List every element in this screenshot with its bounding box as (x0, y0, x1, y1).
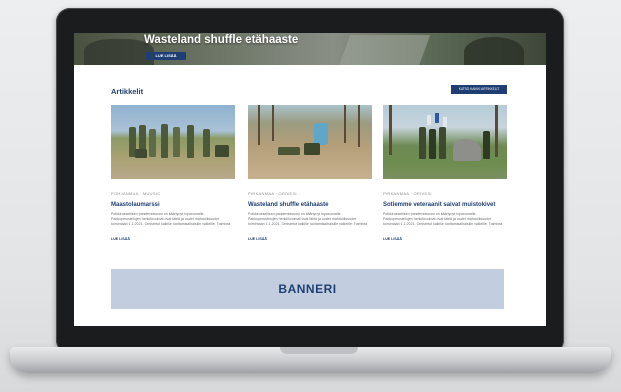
all-articles-button[interactable]: KATSO KAIKKI ARTIKKELIT (451, 85, 507, 94)
hero-title: Wasteland shuffle etähaaste (144, 34, 299, 46)
article-title[interactable]: Maastolaumarssi (111, 202, 235, 208)
article-image[interactable] (111, 105, 235, 179)
article-read-more-link[interactable]: LUE LISÄÄ (111, 237, 235, 241)
article-card[interactable]: PIRKANMAA · ORIVESI Sotiemme veteraanit … (383, 105, 507, 241)
article-card[interactable]: POHJANMAA · MUUSIC Maastolaumarssi Poikk… (111, 105, 235, 241)
article-meta: POHJANMAA · MUUSIC (111, 191, 161, 196)
laptop-screen: Wasteland shuffle etähaaste LUE LISÄÄ Ar… (74, 33, 546, 326)
banner-label: BANNERI (278, 282, 337, 296)
article-read-more-link[interactable]: LUE LISÄÄ (248, 237, 372, 241)
laptop-notch (280, 347, 358, 354)
article-read-more-link[interactable]: LUE LISÄÄ (383, 237, 507, 241)
hero-image-light (337, 35, 431, 65)
article-meta: PIRKANMAA · ORIVESI (383, 191, 432, 196)
article-excerpt: Poikkeuksellisen pandemiavuosi on käänyn… (383, 212, 503, 228)
hero-banner: Wasteland shuffle etähaaste LUE LISÄÄ (74, 33, 546, 65)
article-image[interactable] (248, 105, 372, 179)
article-meta: PIRKANMAA · ORIVESI (248, 191, 297, 196)
article-excerpt: Poikkeuksellisen pandemiavuosi on käänyn… (111, 212, 231, 228)
article-title[interactable]: Sotiemme veteraanit saivat muistokivet (383, 202, 507, 208)
laptop-base (10, 347, 611, 373)
hero-image-figure (464, 37, 524, 65)
article-card[interactable]: PIRKANMAA · ORIVESI Wasteland shuffle et… (248, 105, 372, 241)
article-excerpt: Poikkeuksellisen pandemiavuosi on käänyn… (248, 212, 368, 228)
articles-section-title: Artikkelit (111, 87, 144, 96)
article-title[interactable]: Wasteland shuffle etähaaste (248, 202, 372, 208)
ad-banner[interactable]: BANNERI (111, 269, 504, 309)
article-image[interactable] (383, 105, 507, 179)
hero-read-more-button[interactable]: LUE LISÄÄ (146, 52, 186, 60)
